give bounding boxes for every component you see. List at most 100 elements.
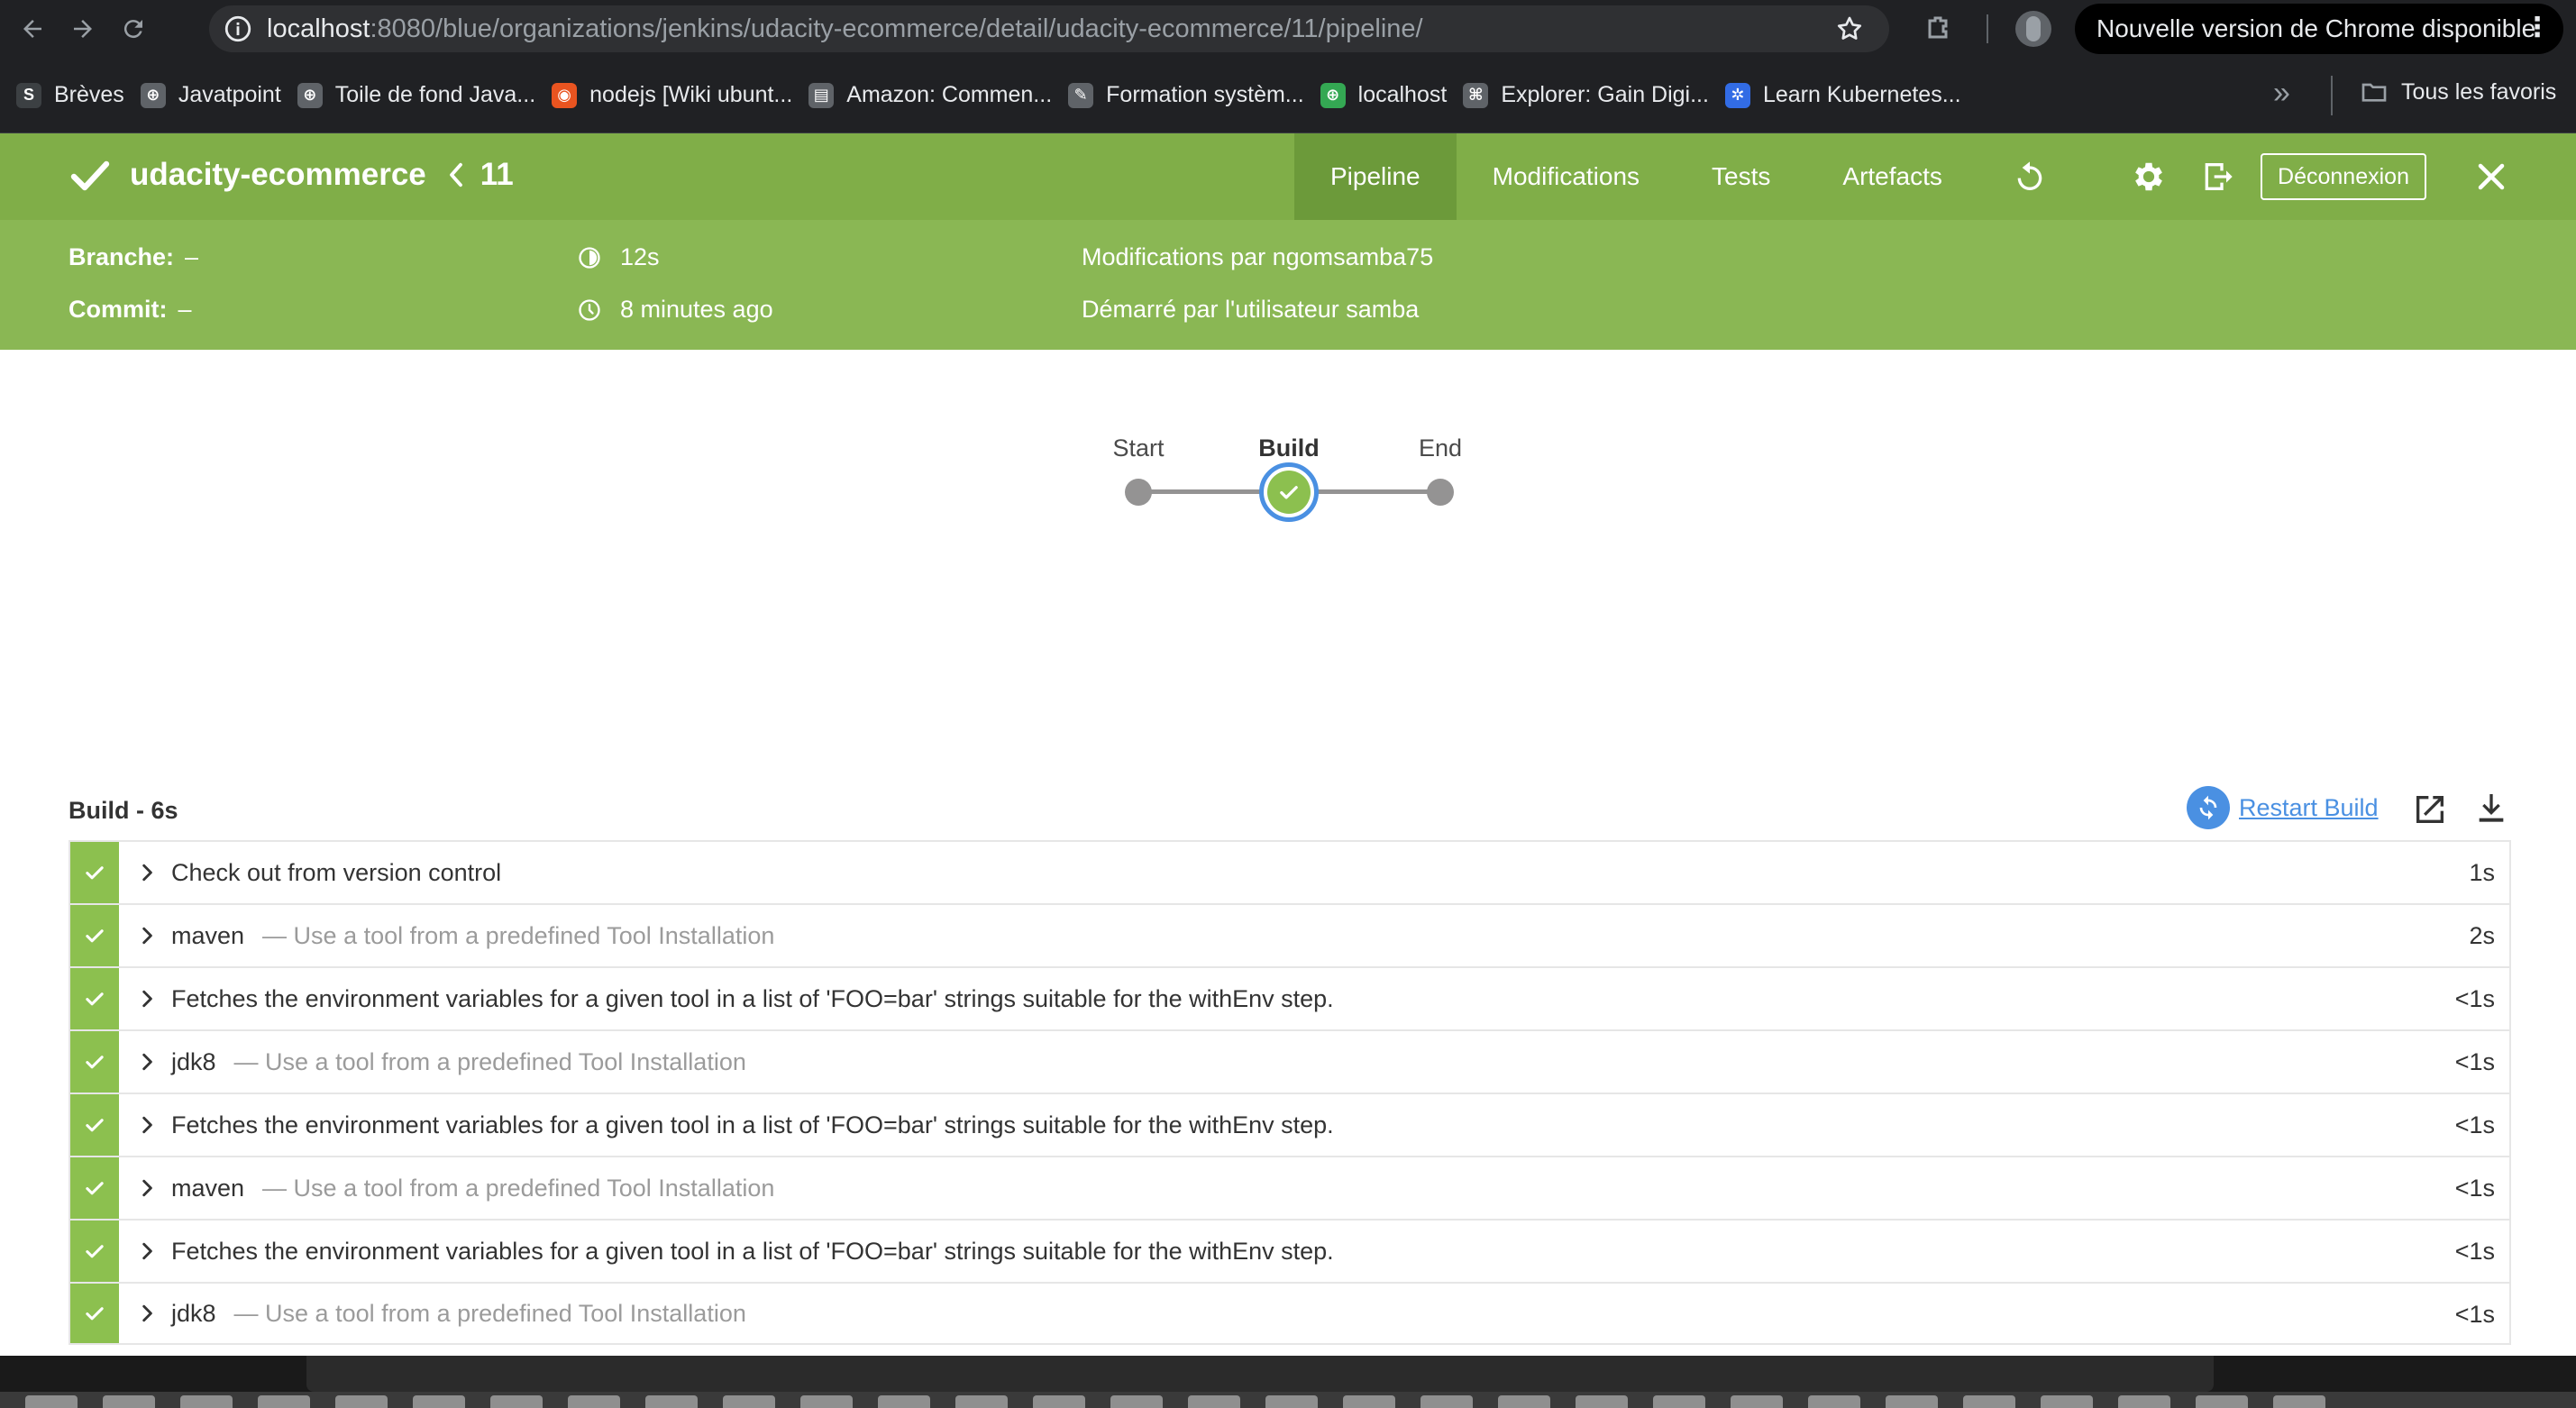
- dock-app-icon[interactable]: [2041, 1395, 2093, 1408]
- tab-artefacts[interactable]: Artefacts: [1806, 133, 1978, 220]
- step-row[interactable]: Fetches the environment variables for a …: [69, 1093, 2511, 1156]
- dock-app-icon[interactable]: [258, 1395, 310, 1408]
- dock-app-icon[interactable]: [723, 1395, 775, 1408]
- step-row[interactable]: jdk8 — Use a tool from a predefined Tool …: [69, 1029, 2511, 1093]
- expand-chevron[interactable]: [133, 989, 160, 1009]
- expand-chevron[interactable]: [133, 1178, 160, 1198]
- dock-app-icon[interactable]: [1731, 1395, 1783, 1408]
- timer-icon: [579, 246, 600, 269]
- bookmark-item[interactable]: ✎ Formation systèm...: [1068, 78, 1304, 114]
- success-check-icon: [86, 992, 104, 1006]
- dock-app-icon[interactable]: [800, 1395, 853, 1408]
- dock-app-icon[interactable]: [2273, 1395, 2325, 1408]
- dock-app-icon[interactable]: [1963, 1395, 2015, 1408]
- dock-app-icon[interactable]: [1808, 1395, 1860, 1408]
- all-bookmarks-button[interactable]: Tous les favoris: [2360, 78, 2556, 106]
- chrome-update-button[interactable]: Nouvelle version de Chrome disponible ⋮: [2075, 4, 2563, 54]
- url-text[interactable]: localhost:8080/blue/organizations/jenkin…: [267, 14, 1423, 44]
- dock-app-icon[interactable]: [878, 1395, 930, 1408]
- dock-app-icon[interactable]: [490, 1395, 543, 1408]
- tab-tests[interactable]: Tests: [1676, 133, 1806, 220]
- dock-app-icon[interactable]: [335, 1395, 388, 1408]
- pipeline-name[interactable]: udacity-ecommerce: [130, 157, 426, 193]
- step-row[interactable]: Fetches the environment variables for a …: [69, 966, 2511, 1029]
- close-icon: [2478, 163, 2505, 190]
- extensions-icon[interactable]: [1922, 13, 1954, 45]
- dock-app-icon[interactable]: [1420, 1395, 1473, 1408]
- dock-app-icon[interactable]: [568, 1395, 620, 1408]
- dock-app-icon[interactable]: [645, 1395, 698, 1408]
- site-info-icon[interactable]: [222, 13, 254, 45]
- bookmark-item[interactable]: ⊕ Toile de fond Java...: [297, 78, 535, 114]
- chevron-left-icon[interactable]: [444, 161, 468, 188]
- step-row[interactable]: maven — Use a tool from a predefined Tool…: [69, 903, 2511, 966]
- bookmark-item[interactable]: ⌘ Explorer: Gain Digi...: [1463, 78, 1709, 114]
- more-menu-icon[interactable]: ⋮: [2524, 14, 2551, 41]
- started-row: 8 minutes ago: [577, 296, 773, 324]
- expand-chevron[interactable]: [133, 1241, 160, 1261]
- chevron-right-icon: [142, 1304, 152, 1322]
- bookmark-item[interactable]: ◉ nodejs [Wiki ubunt...: [552, 78, 792, 114]
- dock-app-icon[interactable]: [1576, 1395, 1628, 1408]
- globe-icon: ⊕: [297, 82, 323, 108]
- step-row[interactable]: maven — Use a tool from a predefined Tool…: [69, 1156, 2511, 1219]
- run-number: 11: [480, 157, 514, 192]
- open-external-icon[interactable]: [2412, 791, 2448, 827]
- close-button[interactable]: [2470, 155, 2513, 198]
- bookmark-item[interactable]: S Brèves: [16, 78, 124, 114]
- restart-build-label[interactable]: Restart Build: [2239, 794, 2379, 822]
- restart-build-button[interactable]: Restart Build: [2187, 786, 2379, 829]
- bookmarks-overflow-icon[interactable]: »: [2273, 76, 2290, 111]
- dock-app-icon[interactable]: [1110, 1395, 1163, 1408]
- dock-app-icon[interactable]: [1886, 1395, 1938, 1408]
- exit-to-classic-button[interactable]: [2196, 155, 2239, 198]
- expand-chevron[interactable]: [133, 926, 160, 946]
- dock-app-icon[interactable]: [1653, 1395, 1705, 1408]
- branch-value: –: [185, 243, 199, 270]
- settings-button[interactable]: [2127, 155, 2170, 198]
- dock-app-icon[interactable]: [1188, 1395, 1240, 1408]
- expand-chevron[interactable]: [133, 1115, 160, 1135]
- dock-app-icon[interactable]: [1343, 1395, 1395, 1408]
- step-label: maven: [171, 1174, 245, 1202]
- stage-label-build[interactable]: Build: [1258, 434, 1320, 462]
- duration-value: 12s: [620, 243, 660, 270]
- bookmark-item[interactable]: ⊕ localhost: [1320, 78, 1447, 114]
- bookmark-star-icon[interactable]: [1835, 14, 1864, 43]
- success-check-icon: [70, 160, 110, 191]
- dock-app-icon[interactable]: [1033, 1395, 1085, 1408]
- expand-chevron[interactable]: [133, 863, 160, 882]
- expand-chevron[interactable]: [133, 1052, 160, 1072]
- tab-pipeline[interactable]: Pipeline: [1294, 133, 1457, 220]
- address-bar[interactable]: localhost:8080/blue/organizations/jenkin…: [209, 5, 1889, 52]
- download-icon[interactable]: [2473, 790, 2509, 826]
- step-row[interactable]: jdk8 — Use a tool from a predefined Tool …: [69, 1282, 2511, 1345]
- forward-button[interactable]: [63, 9, 103, 49]
- dock-app-icon[interactable]: [955, 1395, 1008, 1408]
- kubernetes-icon: ✲: [1724, 82, 1750, 108]
- bookmark-item[interactable]: ✲ Learn Kubernetes...: [1724, 78, 1961, 114]
- logout-button[interactable]: Déconnexion: [2261, 153, 2426, 200]
- rerun-button[interactable]: [2008, 155, 2051, 198]
- dock-app-icon[interactable]: [1498, 1395, 1550, 1408]
- expand-chevron[interactable]: [133, 1303, 160, 1323]
- dock-app-icon[interactable]: [180, 1395, 233, 1408]
- dock-app-icon[interactable]: [2118, 1395, 2170, 1408]
- step-row[interactable]: Check out from version control 1s: [69, 840, 2511, 903]
- dock-app-icon[interactable]: [2196, 1395, 2248, 1408]
- dock-app-icon[interactable]: [103, 1395, 155, 1408]
- chevron-right-icon: [142, 990, 152, 1008]
- reload-button[interactable]: [114, 9, 153, 49]
- back-button[interactable]: [13, 9, 52, 49]
- bookmark-label: Amazon: Commen...: [846, 82, 1053, 107]
- globe-icon: ⊕: [140, 82, 166, 108]
- stage-node-build[interactable]: [1259, 462, 1319, 522]
- dock-app-icon[interactable]: [413, 1395, 465, 1408]
- bookmark-item[interactable]: ⊕ Javatpoint: [140, 78, 281, 114]
- step-row[interactable]: Fetches the environment variables for a …: [69, 1219, 2511, 1282]
- dock-app-icon[interactable]: [1265, 1395, 1318, 1408]
- bookmark-item[interactable]: ▤ Amazon: Commen...: [808, 78, 1052, 114]
- tab-modifications[interactable]: Modifications: [1457, 133, 1676, 220]
- profile-avatar[interactable]: [2015, 11, 2051, 47]
- dock-app-icon[interactable]: [25, 1395, 78, 1408]
